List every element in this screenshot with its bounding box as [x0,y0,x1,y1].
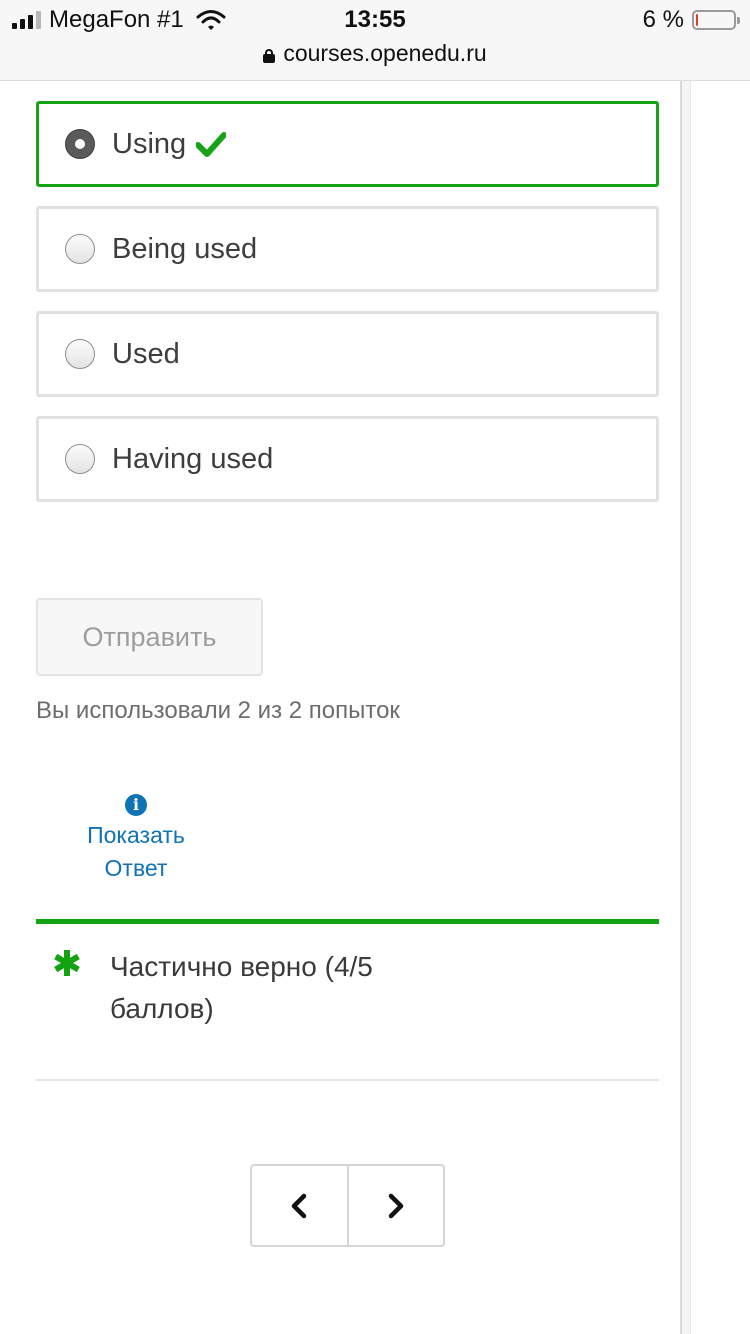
chevron-right-icon [388,1193,403,1218]
answer-option-having-used[interactable]: Having used [36,416,659,502]
answer-option-using[interactable]: Using [36,101,659,187]
unit-pager [250,1164,445,1247]
status-right: 6 % [642,6,740,34]
url-text: courses.openedu.ru [283,40,487,66]
answer-option-used[interactable]: Used [36,311,659,397]
partial-credit-asterisk-icon [54,950,80,976]
result-divider [36,919,659,924]
radio-button[interactable] [65,339,95,369]
option-label: Having used [112,442,274,475]
checkmark-icon [196,132,227,157]
battery-percent: 6 % [642,6,684,33]
clock: 13:55 [344,6,406,33]
radio-button[interactable] [65,234,95,264]
show-answer-button[interactable]: i Показать Ответ [76,786,196,885]
option-text: Using [112,127,187,160]
battery-icon [692,10,740,30]
radio-button[interactable] [65,444,95,474]
address-bar[interactable]: courses.openedu.ru [0,40,750,67]
option-label: Using [112,127,227,161]
show-answer-label-1: Показать [87,822,185,848]
previous-button[interactable] [252,1166,347,1245]
info-icon: i [125,794,147,816]
attempts-text: Вы использовали 2 из 2 попыток [36,697,400,724]
battery-level [696,14,698,26]
option-label: Being used [112,232,258,265]
radio-button-selected[interactable] [65,129,95,159]
answer-option-being-used[interactable]: Being used [36,206,659,292]
result-status-text: Частично верно (4/5 баллов) [110,951,373,1024]
option-label: Used [112,337,180,370]
section-divider [36,1079,659,1081]
chevron-left-icon [292,1193,307,1218]
next-button[interactable] [346,1166,444,1245]
show-answer-label-2: Ответ [104,855,168,881]
status-bar: MegaFon #1 13:55 6 % courses.openedu.ru [0,0,750,81]
submit-button[interactable]: Отправить [36,598,263,676]
page-gutter [682,81,691,1334]
lock-icon [263,48,276,63]
